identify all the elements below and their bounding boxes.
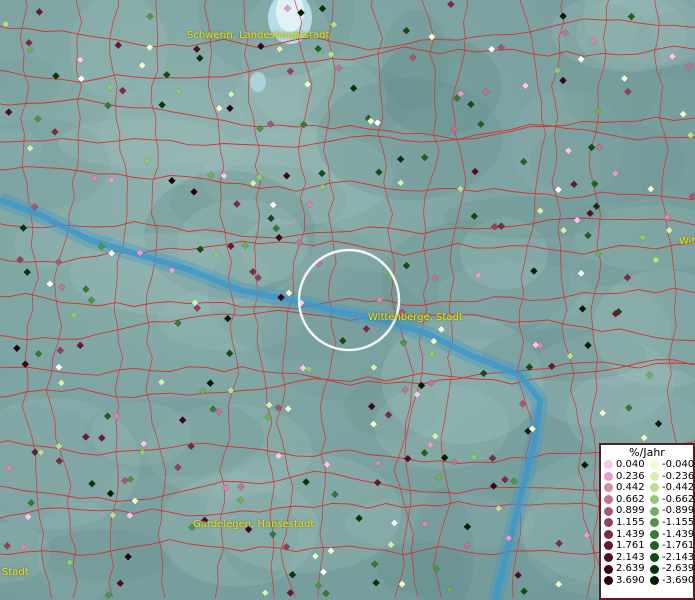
legend-entry: 0.442 <box>601 482 647 494</box>
legend-entry: 0.040 <box>601 459 647 471</box>
legend-rows: 0.040 -0.040 0.236 -0.236 0.442 -0.442 0.662 -0… <box>601 459 695 587</box>
legend-row: 0.662 -0.662 <box>601 493 695 506</box>
legend-value: -0.899 <box>662 505 695 517</box>
legend-entry: 0.236 <box>601 471 647 483</box>
legend-row: 0.236 -0.236 <box>601 470 695 483</box>
legend-value: -0.442 <box>662 482 695 494</box>
legend-value: 0.236 <box>616 470 645 482</box>
legend-entry: -2.143 <box>647 551 695 564</box>
legend-row: 2.639 -2.639 <box>601 563 695 575</box>
legend-entry: -1.761 <box>647 540 695 552</box>
map-canvas[interactable]: Schwerin, Landeshauptstadt Wittenberge, … <box>0 0 695 600</box>
legend-value: -3.690 <box>662 574 695 586</box>
legend-swatch <box>650 483 659 493</box>
legend-swatch <box>604 576 613 586</box>
legend-entry: 1.761 <box>601 540 647 552</box>
legend-swatch <box>604 460 613 470</box>
legend-entry: 3.690 <box>601 575 647 587</box>
legend-value: 0.442 <box>616 482 645 494</box>
legend-value: -1.155 <box>662 516 695 528</box>
legend-value: 1.439 <box>616 528 645 540</box>
legend-value: -0.236 <box>662 470 695 482</box>
legend-swatch <box>604 471 613 481</box>
legend-value: 0.040 <box>616 459 645 470</box>
legend-swatch <box>650 541 659 551</box>
legend-entry: -2.639 <box>647 563 695 575</box>
legend-swatch <box>650 518 659 528</box>
legend-value: 3.690 <box>616 574 645 586</box>
legend-swatch <box>604 553 613 563</box>
legend-entry: -3.690 <box>647 574 695 587</box>
legend-row: 3.690 -3.690 <box>601 574 695 587</box>
legend-swatch <box>604 483 613 493</box>
legend-swatch <box>650 529 659 539</box>
legend-entry: -0.442 <box>647 482 695 494</box>
legend-entry: -0.040 <box>647 459 695 471</box>
legend-value: -2.143 <box>662 551 695 563</box>
legend-value: 1.761 <box>616 540 645 552</box>
legend-swatch <box>650 553 659 563</box>
legend-swatch <box>604 518 613 528</box>
legend-swatch <box>604 564 613 574</box>
legend-swatch <box>604 541 613 551</box>
legend-swatch <box>650 506 659 516</box>
label-gardelegen: Gardelegen, Hansestadt <box>193 519 315 530</box>
legend-value: -1.439 <box>662 528 695 540</box>
legend-swatch <box>604 495 613 505</box>
legend-row: 1.761 -1.761 <box>601 540 695 552</box>
legend-entry: -1.155 <box>647 516 695 529</box>
focus-ring <box>297 248 401 352</box>
legend-row: 1.439 -1.439 <box>601 528 695 541</box>
legend-value: -1.761 <box>662 540 695 552</box>
legend-swatch <box>604 506 613 516</box>
legend-value: 1.155 <box>616 516 645 528</box>
legend-entry: 2.143 <box>601 552 647 564</box>
legend-row: 0.442 -0.442 <box>601 482 695 494</box>
legend-row: 0.899 -0.899 <box>601 505 695 517</box>
legend-swatch <box>650 460 659 470</box>
legend-value: -2.639 <box>662 563 695 575</box>
legend-value: 2.143 <box>616 551 645 563</box>
legend-value: -0.662 <box>662 493 695 505</box>
legend-row: 1.155 -1.155 <box>601 516 695 529</box>
legend-title: %/Jahr <box>629 446 665 459</box>
legend-entry: 0.899 <box>601 505 647 517</box>
legend-swatch <box>650 495 659 505</box>
legend-swatch <box>650 471 659 481</box>
legend-value: 0.899 <box>616 505 645 517</box>
legend-entry: -0.662 <box>647 493 695 506</box>
legend-row: 2.143 -2.143 <box>601 551 695 564</box>
legend-entry: -0.899 <box>647 505 695 517</box>
legend-entry: -0.236 <box>647 470 695 483</box>
legend-entry: 2.639 <box>601 563 647 575</box>
label-wittenberge: Wittenberge, Stadt <box>368 312 463 323</box>
legend-value: 0.662 <box>616 493 645 505</box>
legend-value: -0.040 <box>662 459 695 470</box>
legend-entry: 0.662 <box>601 494 647 506</box>
legend-row: 0.040 -0.040 <box>601 459 695 471</box>
legend-swatch <box>604 529 613 539</box>
legend-swatch <box>650 564 659 574</box>
legend-entry: 1.439 <box>601 529 647 541</box>
legend: %/Jahr 0.040 -0.040 0.236 -0.236 0.442 -0.442… <box>599 443 695 600</box>
label-schwerin: Schwerin, Landeshauptstadt <box>187 30 330 41</box>
label-partial-left: Stadt <box>2 567 29 578</box>
legend-value: 2.639 <box>616 563 645 575</box>
legend-entry: -1.439 <box>647 528 695 541</box>
label-partial-right: Wit <box>679 236 695 247</box>
legend-swatch <box>650 576 659 586</box>
legend-entry: 1.155 <box>601 517 647 529</box>
